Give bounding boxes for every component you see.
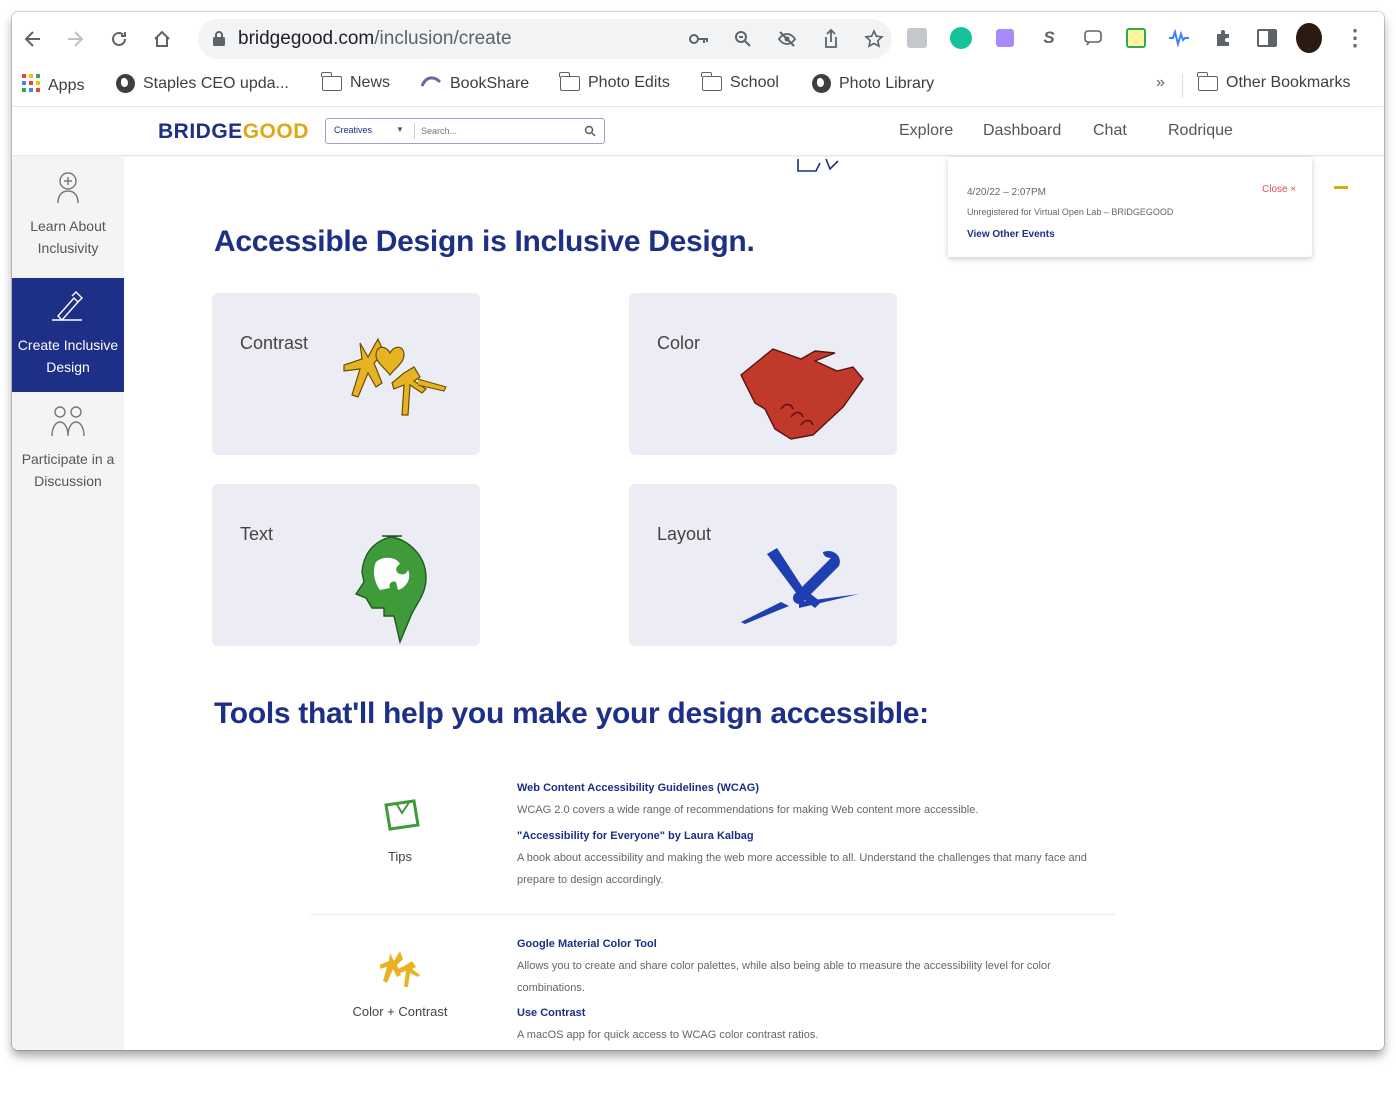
share-icon[interactable] — [820, 28, 842, 50]
url-text: bridgegood.com/inclusion/create — [238, 28, 512, 49]
card-label: Color — [657, 333, 701, 353]
back-icon[interactable] — [20, 26, 46, 52]
tool-link-google-material-color-tool[interactable]: Google Material Color Tool — [517, 938, 657, 950]
chat-extension-icon[interactable] — [1080, 25, 1106, 51]
card-layout[interactable]: Layout — [629, 484, 897, 646]
side-panel-icon[interactable] — [1254, 25, 1280, 51]
color-contrast-figures-icon — [380, 951, 420, 987]
tool-group-label: Tips — [387, 849, 413, 864]
page-title: Accessible Design is Inclusive Design. — [214, 225, 755, 258]
folder-icon — [1197, 71, 1218, 91]
bookmark-news[interactable]: News — [321, 71, 390, 92]
bookmark-bookshare[interactable]: BookShare — [420, 74, 529, 93]
bookmarks-separator — [1182, 74, 1183, 98]
bookshare-icon — [420, 74, 442, 93]
card-color[interactable]: Color — [629, 293, 897, 455]
site-header: BRIDGEGOOD Creatives ▼ Explore Dashboard… — [12, 106, 1384, 156]
extension-tile-icon[interactable] — [904, 25, 930, 51]
card-contrast[interactable]: Contrast — [212, 293, 480, 455]
nav-dashboard[interactable]: Dashboard — [983, 122, 1061, 140]
tool-group-label: Color + Contrast — [352, 1004, 448, 1019]
search-divider — [414, 123, 415, 139]
tools-icon — [741, 548, 859, 624]
lock-icon — [212, 30, 226, 52]
home-icon[interactable] — [149, 26, 175, 52]
bookmarks-bar: Apps Staples CEO upda... News BookShare … — [12, 68, 1384, 102]
extensions-puzzle-icon[interactable] — [1210, 25, 1236, 51]
address-bar[interactable]: bridgegood.com/inclusion/create — [198, 19, 892, 59]
search-category-select[interactable]: Creatives — [334, 125, 372, 135]
search-icon[interactable] — [584, 124, 596, 142]
globe-icon — [116, 74, 135, 93]
notification-message: Unregistered for Virtual Open Lab – BRID… — [967, 207, 1174, 217]
reload-icon[interactable] — [106, 26, 132, 52]
zoom-icon[interactable] — [732, 28, 754, 50]
tool-link-accessibility-for-everyone[interactable]: "Accessibility for Everyone" by Laura Ka… — [517, 830, 754, 842]
head-puzzle-icon — [354, 535, 427, 644]
puzzle-purple-icon[interactable] — [992, 25, 1018, 51]
browser-toolbar: bridgegood.com/inclusion/create S ⋮ — [12, 12, 1384, 66]
menu-kebab-icon[interactable]: ⋮ — [1342, 25, 1368, 51]
tool-description: Allows you to create and share color pal… — [517, 960, 1051, 994]
bookmarks-overflow-button[interactable]: » — [1156, 74, 1165, 92]
search-input[interactable] — [421, 122, 581, 140]
bookmark-photo-edits[interactable]: Photo Edits — [559, 71, 670, 92]
profile-avatar[interactable] — [1296, 23, 1322, 53]
bookmark-photo-library[interactable]: Photo Library — [812, 74, 934, 93]
tips-frame-icon — [384, 799, 420, 831]
site-search: Creatives ▼ — [325, 118, 605, 144]
tool-link-use-contrast[interactable]: Use Contrast — [517, 1007, 585, 1019]
sidebar: Learn About Inclusivity Create Inclusive… — [12, 157, 124, 1050]
dancing-figures-icon — [343, 337, 447, 416]
sidebar-item-learn-about-inclusivity[interactable]: Learn About Inclusivity — [12, 163, 124, 263]
bookmark-apps[interactable]: Apps — [22, 74, 84, 97]
tool-description: WCAG 2.0 covers a wide range of recommen… — [517, 804, 979, 816]
bookmark-staples[interactable]: Staples CEO upda... — [116, 74, 289, 93]
card-label: Contrast — [240, 333, 309, 353]
tools-heading: Tools that'll help you make your design … — [214, 697, 929, 730]
eye-off-icon[interactable] — [776, 28, 798, 50]
tool-description: A macOS app for quick access to WCAG col… — [517, 1029, 819, 1041]
nav-explore[interactable]: Explore — [899, 122, 953, 140]
bridgegood-logo[interactable]: BRIDGEGOOD — [158, 120, 309, 144]
bookmark-other-bookmarks[interactable]: Other Bookmarks — [1197, 71, 1350, 92]
audio-wave-icon[interactable] — [1166, 25, 1192, 51]
partial-illustration-icon — [797, 158, 839, 172]
apps-grid-icon — [22, 74, 40, 97]
card-label: Text — [240, 524, 274, 544]
forward-icon[interactable] — [62, 26, 88, 52]
sidebar-item-participate-in-a-discussion[interactable]: Participate in a Discussion — [12, 398, 124, 498]
notification-time: 4/20/22 – 2:07PM — [967, 187, 1046, 198]
globe-icon — [812, 74, 831, 93]
sidebar-item-create-inclusive-design[interactable]: Create Inclusive Design — [12, 278, 124, 392]
star-icon[interactable] — [863, 28, 885, 50]
view-other-events-link[interactable]: View Other Events — [967, 229, 1055, 240]
nav-profile-rodrique[interactable]: Rodrique — [1168, 122, 1233, 140]
folder-icon — [321, 71, 342, 91]
thinking-head-icon — [12, 167, 124, 211]
people-discussion-icon — [12, 402, 124, 444]
pencil-design-icon — [12, 290, 124, 330]
card-text[interactable]: Text — [212, 484, 480, 646]
bookmark-school[interactable]: School — [701, 71, 779, 92]
minimize-panel-button[interactable] — [1334, 186, 1348, 189]
nav-chat[interactable]: Chat — [1093, 122, 1127, 140]
tool-divider — [310, 914, 1116, 915]
folder-icon — [559, 71, 580, 91]
card-label: Layout — [657, 524, 712, 544]
folder-icon — [701, 71, 722, 91]
tool-description: A book about accessibility and making th… — [517, 852, 1087, 886]
chevron-down-icon: ▼ — [396, 125, 404, 134]
handshake-icon — [740, 348, 864, 440]
tool-link-wcag[interactable]: Web Content Accessibility Guidelines (WC… — [517, 782, 759, 794]
grammarly-icon[interactable] — [948, 25, 974, 51]
s-extension-icon[interactable]: S — [1036, 25, 1062, 51]
key-icon[interactable] — [688, 28, 710, 50]
notes-extension-icon[interactable] — [1123, 25, 1149, 51]
browser-window: bridgegood.com/inclusion/create S ⋮ Apps… — [12, 12, 1384, 1050]
notification-close-button[interactable]: Close × — [1262, 184, 1296, 195]
event-notification: 4/20/22 – 2:07PM Unregistered for Virtua… — [948, 157, 1312, 257]
main-content: Accessible Design is Inclusive Design. C… — [124, 157, 1384, 1050]
